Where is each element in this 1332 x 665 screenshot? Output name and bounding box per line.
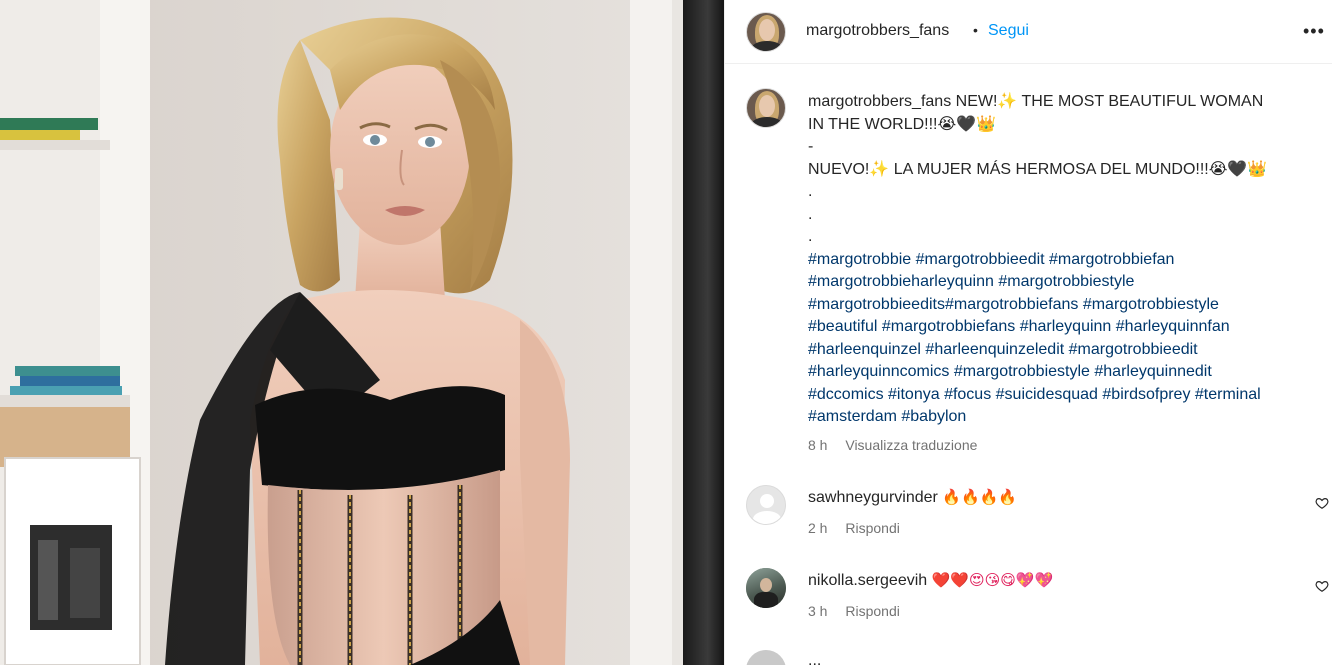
- post-header: margotrobbers_fans • Segui •••: [725, 0, 1332, 64]
- caption-line-3: -: [808, 138, 814, 155]
- like-heart-icon[interactable]: [1315, 579, 1329, 593]
- caption-dot-line: .: [808, 205, 813, 223]
- hashtag-line[interactable]: #dccomics #itonya #focus #suicidesquad #…: [808, 384, 1308, 407]
- hashtag-line[interactable]: #margotrobbieharleyquinn #margotrobbiest…: [808, 271, 1308, 294]
- hashtag-list: #margotrobbie #margotrobbieedit #margotr…: [808, 249, 1308, 429]
- comment-time: 2 h: [808, 520, 828, 536]
- caption-line-2: IN THE WORLD!!!😭🖤👑: [808, 115, 997, 133]
- post-photo[interactable]: [0, 0, 724, 665]
- comment-username[interactable]: nikolla.sergeevih: [808, 572, 927, 589]
- post-side-panel: margotrobbers_fans • Segui ••• margotrob…: [724, 0, 1332, 665]
- comment-item: nikolla.sergeevih ❤️❤️😍😘😋💖💖 3 h Rispondi: [725, 568, 1332, 638]
- hashtag-line[interactable]: #harleyquinncomics #margotrobbiestyle #h…: [808, 361, 1308, 384]
- caption-dot-line: .: [808, 183, 813, 200]
- caption-dot-line: .: [808, 228, 813, 245]
- comment-item: sawhneygurvinder 🔥🔥🔥🔥 2 h Rispondi: [725, 485, 1332, 555]
- hashtag-line[interactable]: #beautiful #margotrobbiefans #harleyquin…: [808, 316, 1308, 339]
- hashtag-line[interactable]: #harleenquinzel #harleenquinzeledit #mar…: [808, 339, 1308, 362]
- caption-username[interactable]: margotrobbers_fans: [808, 93, 951, 110]
- default-avatar-icon[interactable]: [746, 485, 786, 525]
- caption-meta: 8 h Visualizza traduzione: [808, 437, 991, 453]
- author-username[interactable]: margotrobbers_fans: [806, 22, 949, 40]
- comment-body: ❤️❤️😍😘😋💖💖: [931, 571, 1054, 589]
- hashtag-line[interactable]: #margotrobbieedits#margotrobbiefans #mar…: [808, 294, 1308, 317]
- post-caption: margotrobbers_fans NEW!✨ THE MOST BEAUTI…: [808, 91, 1308, 429]
- caption-time: 8 h: [808, 437, 828, 453]
- user-photo-avatar[interactable]: [746, 568, 786, 608]
- comment-body: 🔥🔥🔥🔥: [942, 488, 1018, 506]
- comment-text: nikolla.sergeevih ❤️❤️😍😘😋💖💖: [808, 571, 1053, 590]
- post-photo-image: [0, 0, 724, 665]
- hashtag-line[interactable]: #margotrobbie #margotrobbieedit #margotr…: [808, 249, 1308, 272]
- reply-button[interactable]: Rispondi: [845, 520, 899, 536]
- reply-button[interactable]: Rispondi: [845, 603, 899, 619]
- author-avatar[interactable]: [746, 12, 786, 52]
- comment-meta: 3 h Rispondi: [808, 603, 914, 619]
- more-options-icon[interactable]: •••: [1303, 21, 1325, 42]
- next-comment-peek: ...: [808, 652, 822, 665]
- header-separator: •: [973, 22, 978, 38]
- comment-username[interactable]: sawhneygurvinder: [808, 489, 938, 506]
- hashtag-line[interactable]: #amsterdam #babylon: [808, 406, 1308, 429]
- caption-author-avatar[interactable]: [746, 88, 786, 128]
- caption-line-4: NUEVO!✨ LA MUJER MÁS HERMOSA DEL MUNDO!!…: [808, 160, 1268, 178]
- next-comment-avatar[interactable]: [746, 650, 786, 665]
- comment-meta: 2 h Rispondi: [808, 520, 914, 536]
- caption-line-1: NEW!✨ THE MOST BEAUTIFUL WOMAN: [955, 93, 1264, 110]
- comment-time: 3 h: [808, 603, 828, 619]
- follow-button[interactable]: Segui: [988, 22, 1029, 40]
- comment-text: sawhneygurvinder 🔥🔥🔥🔥: [808, 488, 1017, 507]
- like-heart-icon[interactable]: [1315, 496, 1329, 510]
- see-translation-button[interactable]: Visualizza traduzione: [845, 437, 977, 453]
